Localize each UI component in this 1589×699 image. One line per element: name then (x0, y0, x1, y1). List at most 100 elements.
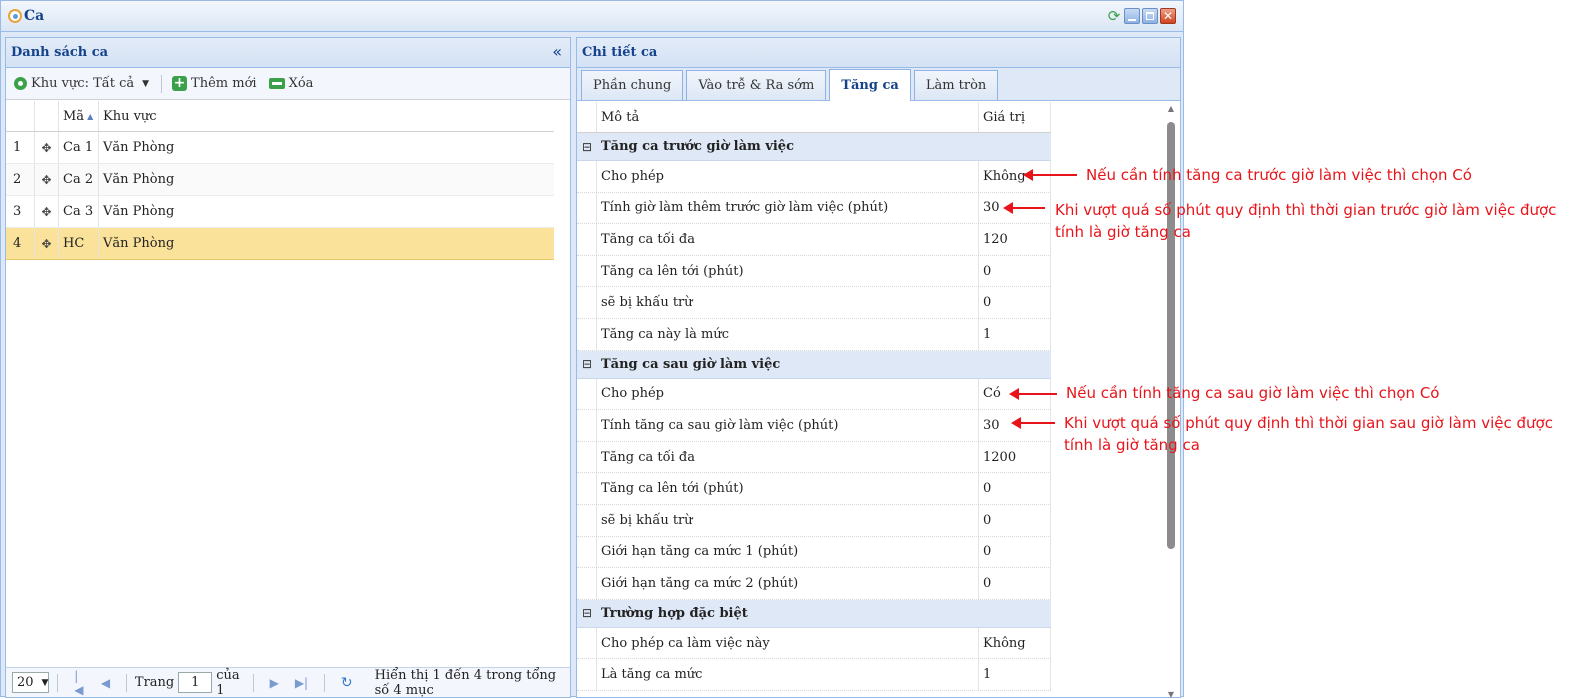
property-row[interactable]: Tăng ca lên tới (phút) 0 (577, 255, 1051, 288)
row-gutter (577, 318, 597, 350)
property-description: Tăng ca tối đa (597, 441, 979, 473)
expand-row-icon[interactable]: ✥ (35, 164, 59, 195)
next-page-icon[interactable]: ▶ (270, 676, 279, 690)
delete-button[interactable]: Xóa (268, 76, 314, 91)
reload-icon[interactable]: ↻ (341, 675, 353, 691)
tab-rounding[interactable]: Làm tròn (913, 70, 999, 100)
table-row-selected[interactable]: 4 ✥ HC Văn Phòng (6, 228, 554, 260)
property-value[interactable]: 0 (979, 473, 1051, 504)
row-number: 4 (6, 228, 35, 259)
group-special-case[interactable]: ⊟ Trường hợp đặc biệt (577, 599, 1051, 628)
row-gutter (577, 536, 597, 568)
shift-list-title: Danh sách ca (11, 45, 109, 60)
property-value[interactable]: 120 (979, 224, 1051, 255)
expand-row-icon[interactable]: ✥ (35, 228, 59, 259)
expand-row-icon[interactable]: ✥ (35, 196, 59, 227)
column-header-code[interactable]: Mã ▲ (59, 101, 99, 131)
minimize-button[interactable] (1124, 8, 1140, 24)
last-page-icon[interactable]: ▶| (295, 676, 308, 690)
property-value[interactable]: 0 (979, 568, 1051, 599)
property-row[interactable]: Là tăng ca mức 1 (577, 659, 1051, 691)
property-row[interactable]: Giới hạn tăng ca mức 2 (phút) 0 (577, 568, 1051, 600)
group-title: Tăng ca trước giờ làm việc (601, 139, 794, 154)
property-value[interactable]: 0 (979, 536, 1051, 568)
property-row[interactable]: Tăng ca này là mức 1 (577, 318, 1051, 351)
annotation-arrow (1009, 388, 1057, 400)
group-overtime-before[interactable]: ⊟ Tăng ca trước giờ làm việc (577, 133, 1051, 161)
scroll-up-icon[interactable]: ▲ (1166, 104, 1176, 113)
refresh-icon[interactable]: ⟳ (1106, 8, 1122, 24)
property-row[interactable]: sẽ bị khấu trừ 0 (577, 504, 1051, 537)
delete-label: Xóa (288, 76, 314, 91)
page-size-select[interactable]: 20 ▼ (12, 672, 50, 693)
annotation-text: Nếu cần tính tăng ca sau giờ làm việc th… (1066, 384, 1440, 402)
maximize-button[interactable] (1142, 8, 1158, 24)
close-button[interactable]: ✕ (1160, 8, 1176, 24)
property-grid-header: Mô tả Giá trị (577, 102, 1051, 133)
collapse-group-icon[interactable]: ⊟ (577, 140, 597, 154)
property-row[interactable]: Tăng ca tối đa 120 (577, 224, 1051, 256)
shift-grid-header: Mã ▲ Khu vực (6, 101, 554, 132)
detail-tabs: Phần chung Vào trễ & Ra sớm Tăng ca Làm … (577, 68, 1180, 101)
prev-page-icon[interactable]: ◀ (101, 676, 110, 690)
collapse-group-icon[interactable]: ⊟ (577, 357, 597, 371)
add-new-label: Thêm mới (191, 76, 257, 91)
table-row[interactable]: 2 ✥ Ca 2 Văn Phòng (6, 164, 554, 196)
cell-code: Ca 1 (59, 132, 99, 163)
property-value[interactable]: 0 (979, 504, 1051, 536)
property-row[interactable]: Cho phép Có (577, 378, 1051, 411)
collapse-group-icon[interactable]: ⊟ (577, 606, 597, 620)
property-description: Cho phép (597, 161, 979, 192)
first-page-icon[interactable]: |◀ (74, 669, 85, 697)
paging-info: Hiển thị 1 đến 4 trong tổng số 4 mục (374, 667, 557, 698)
property-row[interactable]: Tăng ca lên tới (phút) 0 (577, 473, 1051, 505)
property-row[interactable]: Cho phép ca làm việc này Không (577, 627, 1051, 660)
property-row[interactable]: Tăng ca tối đa 1200 (577, 441, 1051, 474)
property-description: sẽ bị khấu trừ (597, 504, 979, 536)
property-row[interactable]: Giới hạn tăng ca mức 1 (phút) 0 (577, 536, 1051, 569)
row-gutter (577, 287, 597, 318)
property-description: Giới hạn tăng ca mức 1 (phút) (597, 536, 979, 568)
annotation-text: tính là giờ tăng ca (1064, 436, 1200, 454)
scrollbar-thumb[interactable] (1167, 122, 1175, 549)
property-row[interactable]: Cho phép Không (577, 161, 1051, 193)
shift-detail-title: Chi tiết ca (582, 45, 658, 60)
property-row[interactable]: Tính giờ làm thêm trước giờ làm việc (ph… (577, 192, 1051, 225)
property-value[interactable]: 1 (979, 318, 1051, 350)
property-row[interactable]: Tính tăng ca sau giờ làm việc (phút) 30 (577, 410, 1051, 442)
property-value[interactable]: 1 (979, 659, 1051, 690)
pager-divider (126, 673, 127, 692)
cell-area: Văn Phòng (103, 140, 175, 155)
code-header-label: Mã (63, 108, 85, 124)
group-title: Trường hợp đặc biệt (601, 605, 748, 621)
row-gutter (577, 224, 597, 255)
property-value[interactable]: 1200 (979, 441, 1051, 473)
property-value[interactable]: 0 (979, 287, 1051, 318)
add-icon: + (172, 75, 188, 91)
table-row[interactable]: 3 ✥ Ca 3 Văn Phòng (6, 196, 554, 228)
area-filter-dropdown[interactable]: Khu vực: Tất cả ▼ (14, 76, 149, 91)
scroll-down-icon[interactable]: ▼ (1166, 690, 1176, 699)
annotation-text: Khi vượt quá số phút quy định thì thời g… (1055, 201, 1557, 219)
property-value[interactable]: Không (979, 627, 1051, 659)
group-overtime-after[interactable]: ⊟ Tăng ca sau giờ làm việc (577, 350, 1051, 379)
row-number: 3 (6, 196, 35, 227)
collapse-left-icon[interactable]: « (552, 42, 562, 61)
property-row[interactable]: sẽ bị khấu trừ 0 (577, 287, 1051, 319)
expand-row-icon[interactable]: ✥ (35, 132, 59, 163)
tab-overtime[interactable]: Tăng ca (829, 69, 911, 101)
property-value[interactable]: Không (979, 161, 1051, 192)
shift-list-toolbar: Khu vực: Tất cả ▼ + Thêm mới Xóa (6, 68, 570, 100)
property-value[interactable]: 0 (979, 255, 1051, 287)
tab-late-early[interactable]: Vào trễ & Ra sớm (686, 70, 827, 100)
tab-general[interactable]: Phần chung (581, 70, 684, 100)
shift-list-header: Danh sách ca « (6, 38, 570, 68)
row-number: 2 (6, 164, 35, 195)
pager-divider (324, 673, 325, 692)
page-number-input[interactable]: 1 (178, 672, 213, 693)
location-pin-icon (14, 77, 27, 90)
property-description: Tăng ca tối đa (597, 224, 979, 255)
column-header-area[interactable]: Khu vực (99, 101, 554, 131)
table-row[interactable]: 1 ✥ Ca 1 Văn Phòng (6, 132, 554, 164)
add-new-button[interactable]: + Thêm mới (172, 76, 257, 91)
